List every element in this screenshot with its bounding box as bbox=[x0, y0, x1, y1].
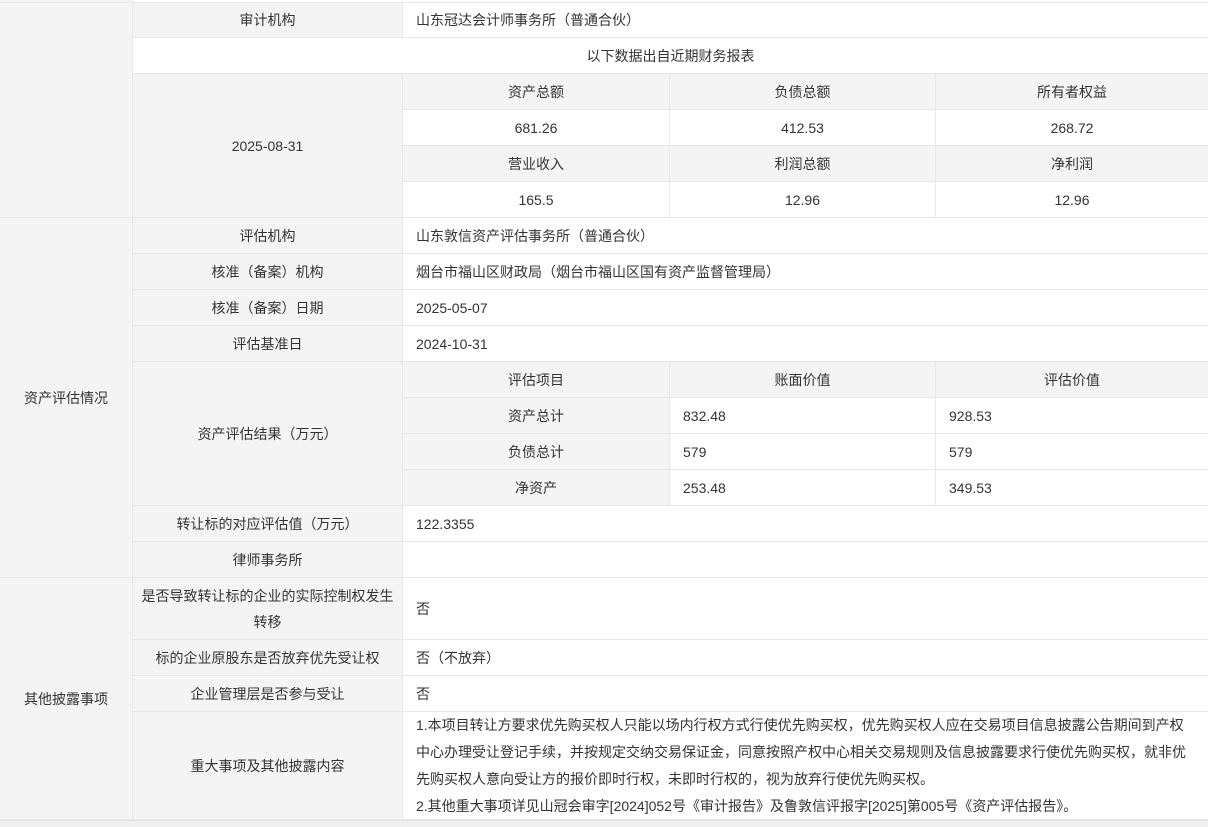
control-transfer-label: 是否导致转让标的企业的实际控制权发生转移 bbox=[133, 578, 403, 640]
major-items-paragraph-2: 2.其他重大事项详见山冠会审字[2024]052号《审计报告》及鲁敦信评报字[2… bbox=[416, 793, 1077, 820]
financial-note: 以下数据出自近期财务报表 bbox=[133, 38, 1208, 74]
waive-right-value: 否（不放弃） bbox=[403, 640, 1208, 676]
col-header-owner-equity: 所有者权益 bbox=[936, 74, 1208, 110]
major-items-value: 1.本项目转让方要求优先购买权人只能以场内行权方式行使优先购买权，优先购买权人应… bbox=[403, 712, 1208, 820]
disclosure-table: 审计机构 山东冠达会计师事务所（普通合伙） 以下数据出自近期财务报表 2025-… bbox=[0, 3, 1208, 820]
value-total-profit: 12.96 bbox=[670, 182, 936, 218]
value-net-profit: 12.96 bbox=[936, 182, 1208, 218]
assessed-value-total-assets: 928.53 bbox=[936, 398, 1208, 434]
approval-org-label: 核准（备案）机构 bbox=[133, 254, 403, 290]
law-firm-label: 律师事务所 bbox=[133, 542, 403, 578]
approval-org-value: 烟台市福山区财政局（烟台市福山区国有资产监督管理局） bbox=[403, 254, 1208, 290]
base-date-label: 评估基准日 bbox=[133, 326, 403, 362]
audit-agency-value: 山东冠达会计师事务所（普通合伙） bbox=[403, 3, 1208, 38]
management-participate-value: 否 bbox=[403, 676, 1208, 712]
section-other-label: 其他披露事项 bbox=[0, 578, 133, 820]
row-label-total-liabilities: 负债总计 bbox=[403, 434, 670, 470]
col-header-total-assets: 资产总额 bbox=[403, 74, 670, 110]
audit-agency-label: 审计机构 bbox=[133, 3, 403, 38]
row-label-net-assets: 净资产 bbox=[403, 470, 670, 506]
major-items-label: 重大事项及其他披露内容 bbox=[133, 712, 403, 820]
base-date-value: 2024-10-31 bbox=[403, 326, 1208, 362]
control-transfer-value: 否 bbox=[403, 578, 1208, 640]
col-header-appraisal-item: 评估项目 bbox=[403, 362, 670, 398]
book-value-total-liabilities: 579 bbox=[670, 434, 936, 470]
section-assessment-label: 资产评估情况 bbox=[0, 218, 133, 578]
waive-right-label: 标的企业原股东是否放弃优先受让权 bbox=[133, 640, 403, 676]
col-header-total-liabilities: 负债总额 bbox=[670, 74, 936, 110]
col-header-revenue: 营业收入 bbox=[403, 146, 670, 182]
section-financial-label bbox=[0, 3, 133, 218]
value-revenue: 165.5 bbox=[403, 182, 670, 218]
value-owner-equity: 268.72 bbox=[936, 110, 1208, 146]
row-label-total-assets: 资产总计 bbox=[403, 398, 670, 434]
transfer-value-value: 122.3355 bbox=[403, 506, 1208, 542]
assessed-value-total-liabilities: 579 bbox=[936, 434, 1208, 470]
col-header-assessed-value: 评估价值 bbox=[936, 362, 1208, 398]
financial-date: 2025-08-31 bbox=[133, 74, 403, 218]
transfer-value-label: 转让标的对应评估值（万元） bbox=[133, 506, 403, 542]
law-firm-value bbox=[403, 542, 1208, 578]
value-total-assets: 681.26 bbox=[403, 110, 670, 146]
approval-date-value: 2025-05-07 bbox=[403, 290, 1208, 326]
col-header-total-profit: 利润总额 bbox=[670, 146, 936, 182]
page-bottom-strip bbox=[0, 820, 1208, 827]
appraisal-agency-value: 山东敦信资产评估事务所（普通合伙） bbox=[403, 218, 1208, 254]
col-header-book-value: 账面价值 bbox=[670, 362, 936, 398]
book-value-net-assets: 253.48 bbox=[670, 470, 936, 506]
major-items-paragraph-1: 1.本项目转让方要求优先购买权人只能以场内行权方式行使优先购买权，优先购买权人应… bbox=[416, 712, 1195, 793]
assessed-value-net-assets: 349.53 bbox=[936, 470, 1208, 506]
book-value-total-assets: 832.48 bbox=[670, 398, 936, 434]
appraisal-agency-label: 评估机构 bbox=[133, 218, 403, 254]
approval-date-label: 核准（备案）日期 bbox=[133, 290, 403, 326]
top-edge-left-gray bbox=[0, 0, 133, 2]
col-header-net-profit: 净利润 bbox=[936, 146, 1208, 182]
appraisal-result-label: 资产评估结果（万元） bbox=[133, 362, 403, 506]
management-participate-label: 企业管理层是否参与受让 bbox=[133, 676, 403, 712]
value-total-liabilities: 412.53 bbox=[670, 110, 936, 146]
